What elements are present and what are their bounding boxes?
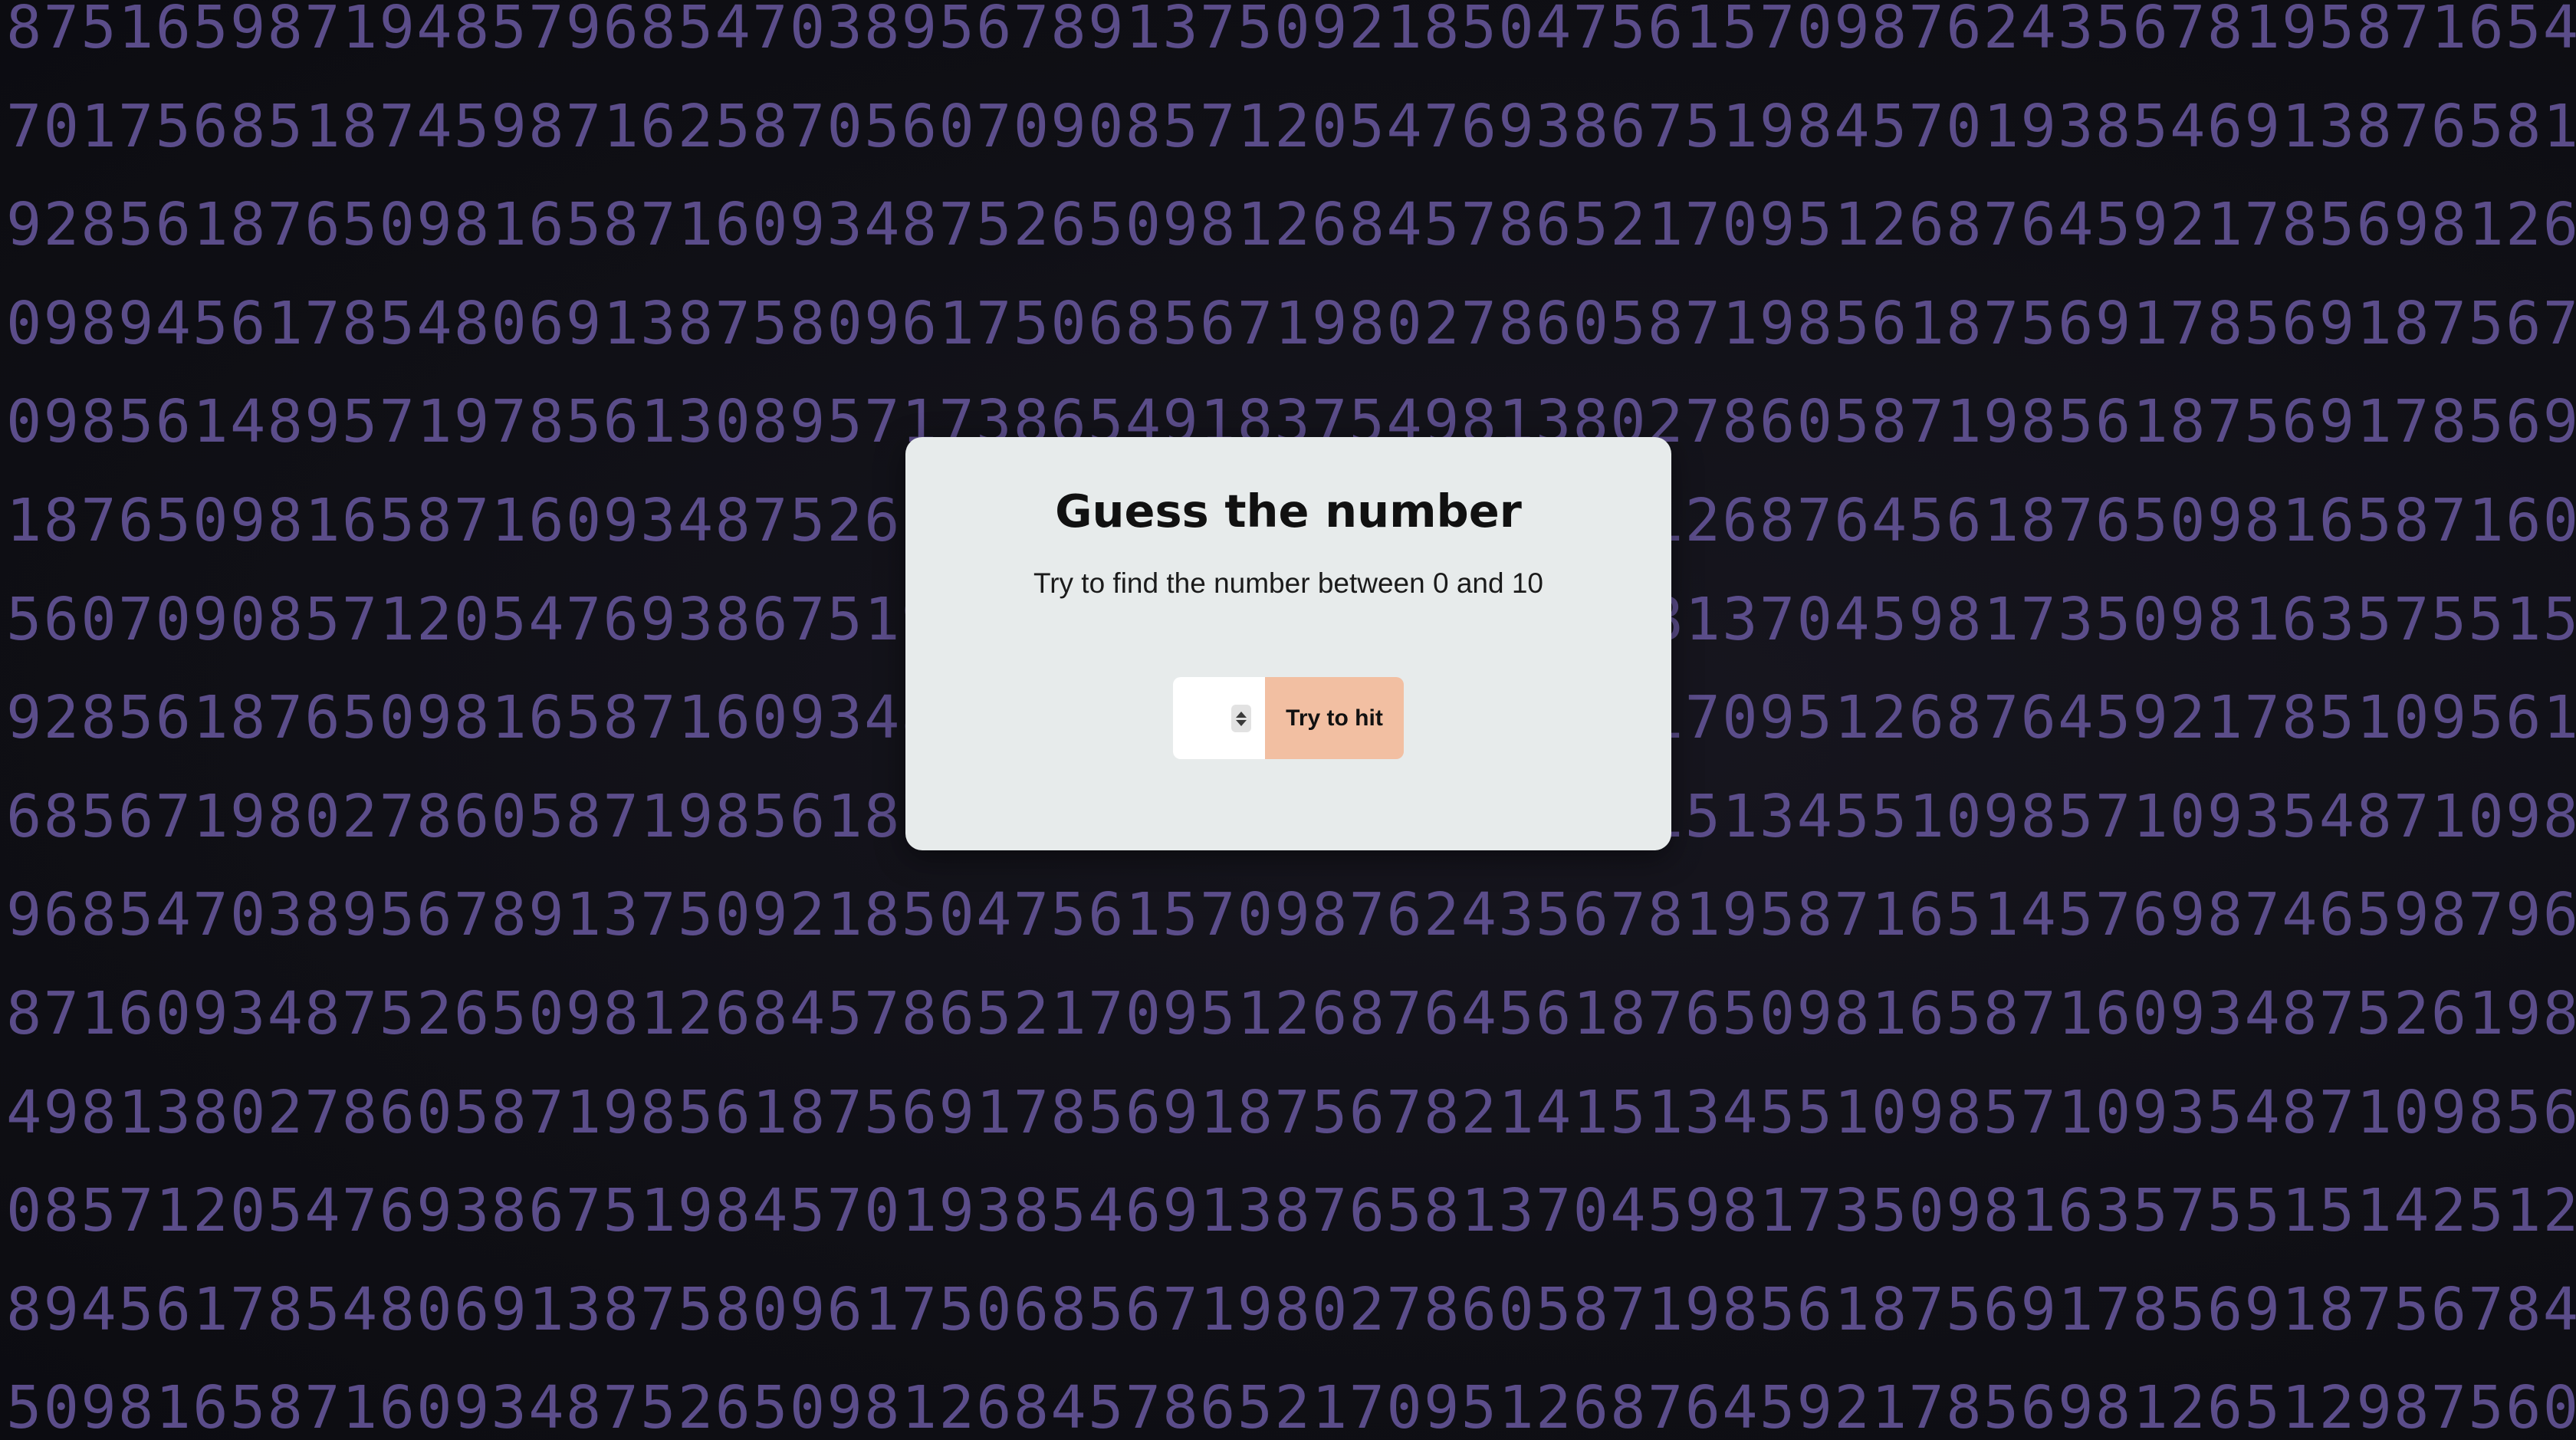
background-number-row: 0989456178548069138758096175068567198027… xyxy=(6,290,2576,358)
background-number-row: 9285618765098165871609348752650981268457… xyxy=(6,191,2576,259)
guess-number-input[interactable] xyxy=(1173,677,1265,759)
modal-title: Guess the number xyxy=(1055,485,1522,538)
spinner-up-icon[interactable] xyxy=(1236,711,1247,718)
guess-modal: Guess the number Try to find the number … xyxy=(905,437,1671,850)
number-spinner[interactable] xyxy=(1231,705,1251,732)
background-number-row: 0857120547693867519845701938546913876581… xyxy=(6,1177,2576,1245)
spinner-down-icon[interactable] xyxy=(1236,719,1247,726)
background-number-row: 8716093487526509812684578652170951268764… xyxy=(6,980,2576,1048)
background-number-row: 5098165871609348752650981268457865217095… xyxy=(6,1374,2576,1440)
background-number-row: 9685470389567891375092185047561570987624… xyxy=(6,881,2576,949)
guess-form: Try to hit xyxy=(1173,677,1404,759)
try-to-hit-button[interactable]: Try to hit xyxy=(1265,677,1404,759)
background-number-row: 8945617854806913875809617506856719802786… xyxy=(6,1276,2576,1344)
background-number-row: 7017568518745987162587056070908571205476… xyxy=(6,93,2576,161)
background-number-row: 4981380278605871985618756917856918756782… xyxy=(6,1079,2576,1147)
background-number-row: 8751659871948579685470389567891375092185… xyxy=(6,0,2576,62)
modal-subtitle: Try to find the number between 0 and 10 xyxy=(1033,567,1544,599)
